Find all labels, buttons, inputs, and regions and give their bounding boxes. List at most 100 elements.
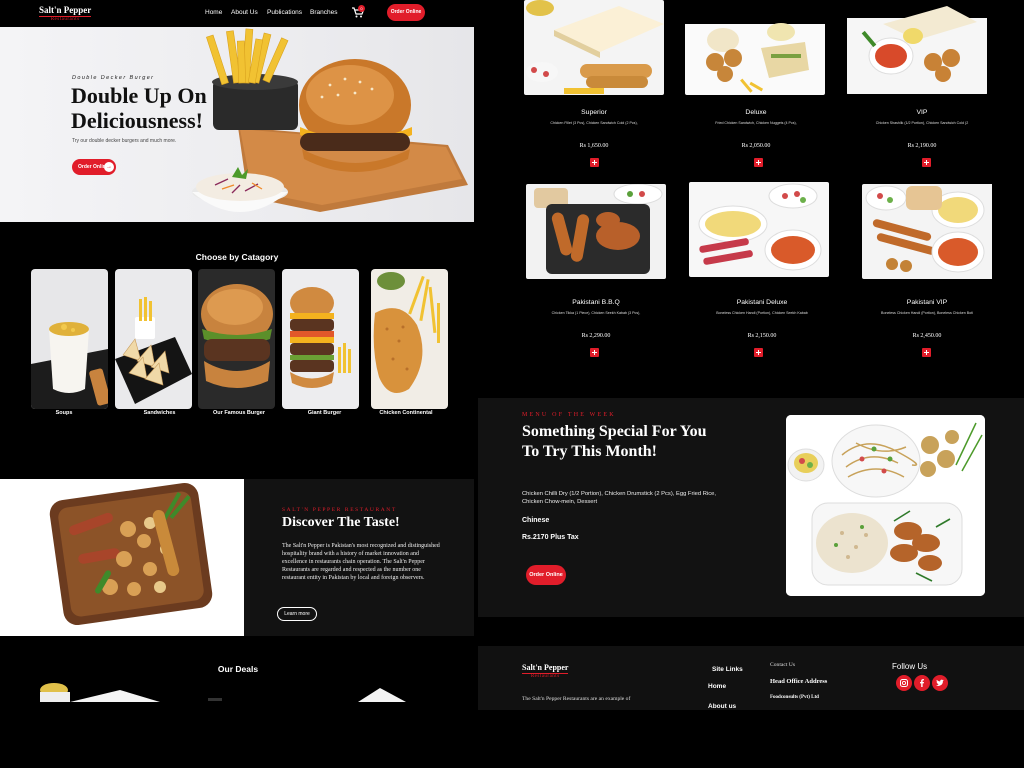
add-pakistani-vip-button[interactable] <box>922 348 931 357</box>
menu-card-pakistani-bbq[interactable] <box>526 184 666 279</box>
giant-burger-image <box>282 269 359 409</box>
footer-brand-tagline: Restaurants <box>522 673 569 679</box>
footer-brand-logo[interactable]: Salt'n Pepper Restaurants <box>522 663 569 679</box>
category-label-chicken-continental: Chicken Continental <box>379 410 433 416</box>
hero-title-line1: Double Up On <box>71 83 207 108</box>
hero-banner: Double Decker Burger Double Up On Delici… <box>0 27 474 222</box>
category-card-giant-burger[interactable] <box>282 269 359 409</box>
menu-desc-pakistani-vip: Boneless Chicken Handi (Portion), Bonele… <box>881 311 973 315</box>
categories-title: Choose by Catagory <box>195 252 279 262</box>
nav-branches[interactable]: Branches <box>310 9 337 16</box>
menu-name-pakistani-vip: Pakistani VIP <box>906 299 948 306</box>
menu-name-vip: VIP <box>916 109 928 116</box>
motw-price: Rs.2170 Plus Tax <box>522 534 579 541</box>
brand-logo[interactable]: Salt'n Pepper Restaurants <box>39 5 92 22</box>
pakistani-bbq-image <box>526 184 666 279</box>
discover-section: SALT'N PEPPER RESTAURANT Discover The Ta… <box>0 479 474 636</box>
order-online-button[interactable]: Order Online <box>387 4 425 21</box>
cart-count-badge: 0 <box>358 5 365 12</box>
top-navigation: Salt'n Pepper Restaurants Home About Us … <box>0 0 474 27</box>
nav-about-us[interactable]: About Us <box>231 9 258 16</box>
category-card-sandwiches[interactable] <box>115 269 192 409</box>
footer-follow-title: Follow Us <box>892 662 928 671</box>
arrow-right-icon: → <box>104 162 114 172</box>
category-label-famous-burger: Our Famous Burger <box>213 410 265 416</box>
category-label-giant-burger: Giant Burger <box>307 410 342 416</box>
twitter-icon[interactable] <box>932 675 948 691</box>
deals-preview-strip <box>40 683 406 702</box>
footer-brand-name: Salt'n Pepper <box>522 663 569 672</box>
add-pakistani-deluxe-button[interactable] <box>754 348 763 357</box>
category-card-soups[interactable] <box>31 269 108 409</box>
hero-title: Double Up On Deliciousness! <box>71 83 231 133</box>
menu-desc-superior: Chicken Fillet (3 Pcs), Chicken Sandwich… <box>550 121 638 125</box>
footer-link-home[interactable]: Home <box>708 683 726 690</box>
discover-title: Discover The Taste! <box>282 515 400 530</box>
menu-price-pakistani-deluxe: Rs 2,150.00 <box>747 333 777 339</box>
hero-tag: Double Decker Burger <box>72 75 155 81</box>
sandwiches-image <box>115 269 192 409</box>
menu-card-pakistani-vip[interactable] <box>862 184 1002 279</box>
learn-more-button[interactable]: Learn more <box>277 607 317 621</box>
nav-home[interactable]: Home <box>205 9 222 16</box>
menu-desc-vip: Chicken Shashlik (1/2 Portion), Chicken … <box>875 121 969 125</box>
menu-price-superior: Rs 1,650.00 <box>579 143 609 149</box>
menu-price-pakistani-bbq: Rs 2,290.00 <box>581 333 611 339</box>
motw-order-button[interactable]: Order Online <box>526 565 566 585</box>
footer-office-line: Foodconsults (Pvt) Ltd <box>770 695 819 700</box>
menu-card-pakistani-deluxe[interactable] <box>689 182 829 277</box>
nav-publications[interactable]: Publications <box>267 9 302 16</box>
footer-link-about-us[interactable]: About us <box>708 703 736 710</box>
pakistani-vip-image <box>862 184 992 279</box>
motw-tag: MENU OF THE WEEK <box>522 412 616 418</box>
brand-tagline: Restaurants <box>39 16 92 22</box>
footer-site-links-title: Site Links <box>712 666 743 673</box>
homepage-left: Salt'n Pepper Restaurants Home About Us … <box>0 0 474 710</box>
bbq-platter-image <box>0 479 244 636</box>
add-vip-button[interactable] <box>922 158 931 167</box>
menu-price-deluxe: Rs 2,050.00 <box>741 143 771 149</box>
menu-desc-pakistani-bbq: Chicken Tikka (1 Piece), Chicken Seekh K… <box>551 311 641 315</box>
famous-burger-image <box>198 269 275 409</box>
hero-title-line2: Deliciousness! <box>71 108 203 133</box>
footer-contact-title: Contact Us <box>770 662 796 668</box>
add-pakistani-bbq-button[interactable] <box>590 348 599 357</box>
menu-desc-pakistani-deluxe: Boneless Chicken Handi (Portion), Chicke… <box>716 311 808 315</box>
category-card-chicken-continental[interactable] <box>371 269 448 409</box>
menu-card-deluxe[interactable] <box>685 0 825 95</box>
menu-card-superior[interactable] <box>524 0 664 95</box>
menu-name-pakistani-deluxe: Pakistani Deluxe <box>736 299 788 306</box>
instagram-icon[interactable] <box>896 675 912 691</box>
menu-name-deluxe: Deluxe <box>745 109 767 116</box>
add-deluxe-button[interactable] <box>754 158 763 167</box>
facebook-icon[interactable] <box>914 675 930 691</box>
footer-about-text: The Salt'n Pepper Restaurants are an exa… <box>522 696 631 702</box>
pakistani-deluxe-image <box>689 182 829 277</box>
menu-name-superior: Superior <box>581 109 607 116</box>
motw-title: Something Special For You To Try This Mo… <box>522 423 707 460</box>
menu-price-pakistani-vip: Rs 2,450.00 <box>912 333 942 339</box>
homepage-right: Superior Chicken Fillet (3 Pcs), Chicken… <box>474 0 1024 710</box>
category-label-soups: Soups <box>55 410 73 416</box>
soup-image <box>31 269 108 409</box>
vip-deal-image <box>847 0 987 95</box>
chicken-continental-image <box>371 269 448 409</box>
deluxe-deal-image <box>685 0 825 95</box>
menu-card-vip[interactable] <box>847 0 987 95</box>
motw-description: Chicken Chilli Dry (1/2 Portion), Chicke… <box>522 491 716 505</box>
menu-desc-deluxe: Fried Chicken Sandwich, Chicken Nuggets … <box>715 121 797 125</box>
menu-name-pakistani-bbq: Pakistani B.B.Q <box>572 299 620 306</box>
footer-office-title: Head Office Address <box>770 678 828 685</box>
add-superior-button[interactable] <box>590 158 599 167</box>
chinese-platter-image <box>786 415 985 596</box>
deals-title: Our Deals <box>217 664 259 674</box>
superior-deal-image <box>524 0 664 95</box>
category-label-sandwiches: Sandwiches <box>143 410 176 416</box>
motw-category: Chinese <box>522 517 550 524</box>
menu-of-the-week-section: MENU OF THE WEEK Something Special For Y… <box>478 398 1024 617</box>
category-card-famous-burger[interactable] <box>198 269 275 409</box>
site-footer: Salt'n Pepper Restaurants The Salt'n Pep… <box>478 646 1024 710</box>
brand-name: Salt'n Pepper <box>39 5 92 15</box>
hero-order-button[interactable]: Order Online → <box>72 159 116 175</box>
hero-subtitle: Try our double decker burgers and much m… <box>72 138 177 144</box>
